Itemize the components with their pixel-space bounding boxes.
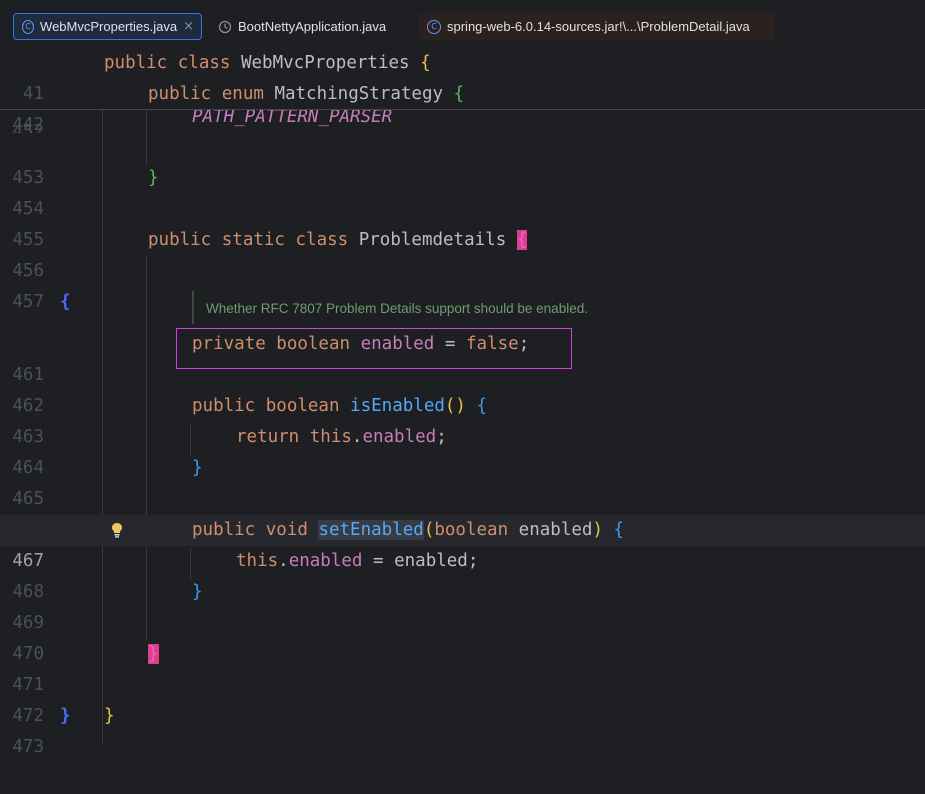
parens: () — [444, 396, 466, 416]
code-line[interactable]: 466 — [0, 484, 925, 540]
semicolon: ; — [436, 427, 447, 447]
brace: } — [192, 582, 203, 602]
enum-constant: PATH_PATTERN_PARSER — [192, 110, 393, 127]
editor-tab-bar: C WebMvcProperties.java × BootNettyAppli… — [0, 0, 925, 53]
keyword: public void — [192, 520, 308, 540]
code-line[interactable]: 472 — [0, 670, 925, 726]
brace: } — [148, 168, 159, 188]
keyword: public boolean — [192, 396, 340, 416]
keyword: public class — [104, 53, 231, 73]
code-line[interactable]: 468 this.enabled = enabled; — [0, 546, 925, 602]
field-name: enabled — [288, 551, 363, 571]
keyword: this — [236, 551, 279, 571]
tab-problemdetail-source[interactable]: C spring-web-6.0.14-sources.jar!\...\Pro… — [419, 13, 775, 40]
close-icon[interactable]: × — [183, 19, 194, 34]
code-line[interactable]: 454 } — [0, 163, 925, 219]
keyword: boolean — [434, 520, 509, 540]
paren: ) — [592, 520, 603, 540]
brace: { — [476, 396, 488, 416]
class-icon: C — [427, 19, 441, 34]
code-line[interactable]: 463 public boolean isEnabled() { — [0, 391, 925, 447]
code-line[interactable]: 473 } — [0, 701, 925, 757]
code-line[interactable]: 455 — [0, 194, 925, 250]
code-line[interactable]: 456 { public static class Problemdetails… — [0, 225, 925, 312]
tab-bootnettyapplication[interactable]: BootNettyApplication.java — [212, 13, 408, 40]
matched-brace: } — [148, 644, 159, 664]
app-icon — [218, 20, 232, 34]
method-name: isEnabled — [350, 396, 445, 416]
lightbulb-icon[interactable] — [109, 521, 125, 539]
matched-brace: { — [516, 230, 528, 250]
code-line[interactable]: 470 — [0, 608, 925, 664]
code-line[interactable]: 471 } } — [0, 639, 925, 726]
brace-match-marker: { — [60, 292, 71, 312]
class-name: Problemdetails — [358, 230, 507, 250]
code-line[interactable]: 465 } — [0, 453, 925, 509]
paren: ( — [423, 520, 435, 540]
class-icon: C — [22, 19, 35, 34]
tab-webmvcproperties[interactable]: C WebMvcProperties.java × — [13, 13, 202, 40]
parameter: enabled — [518, 520, 593, 540]
code-line[interactable]: 452 PATH_PATTERN_PARSER — [0, 110, 925, 133]
code-line[interactable]: 462 — [0, 360, 925, 416]
code-line[interactable]: 453 — [0, 132, 925, 188]
tab-label: WebMvcProperties.java — [40, 19, 178, 34]
tab-label: BootNettyApplication.java — [238, 19, 387, 34]
keyword: public static class — [148, 230, 349, 250]
brace: { — [453, 84, 465, 104]
dot: . — [278, 551, 289, 571]
code-line[interactable]: 41 public class WebMvcProperties { — [0, 48, 925, 104]
code-line[interactable]: 469 } — [0, 577, 925, 633]
enum-name: MatchingStrategy — [274, 84, 444, 104]
brace: { — [420, 53, 431, 73]
line-number: 457 — [12, 292, 44, 312]
code-line[interactable]: 474 — [0, 732, 925, 744]
keyword: return this — [236, 427, 352, 447]
code-line-current[interactable]: 467 public void setEnabled(boolean enabl… — [0, 515, 925, 571]
dot: . — [351, 427, 363, 447]
class-name: WebMvcProperties — [240, 53, 410, 73]
code-line[interactable]: 442 public enum MatchingStrategy { — [0, 79, 925, 135]
tab-label: spring-web-6.0.14-sources.jar!\...\Probl… — [447, 19, 750, 34]
code-line[interactable]: 457 — [0, 256, 925, 312]
brace: } — [192, 458, 203, 478]
field-name: enabled — [362, 427, 437, 447]
rendered-doc-comment: Whether RFC 7807 Problem Details support… — [192, 291, 588, 324]
code-line[interactable]: 464 return this.enabled; — [0, 422, 925, 478]
brace: } — [104, 706, 115, 726]
keyword: public enum — [148, 84, 264, 104]
brace: { — [613, 520, 625, 540]
method-name: setEnabled — [318, 520, 424, 540]
assignment: = enabled; — [373, 551, 479, 571]
